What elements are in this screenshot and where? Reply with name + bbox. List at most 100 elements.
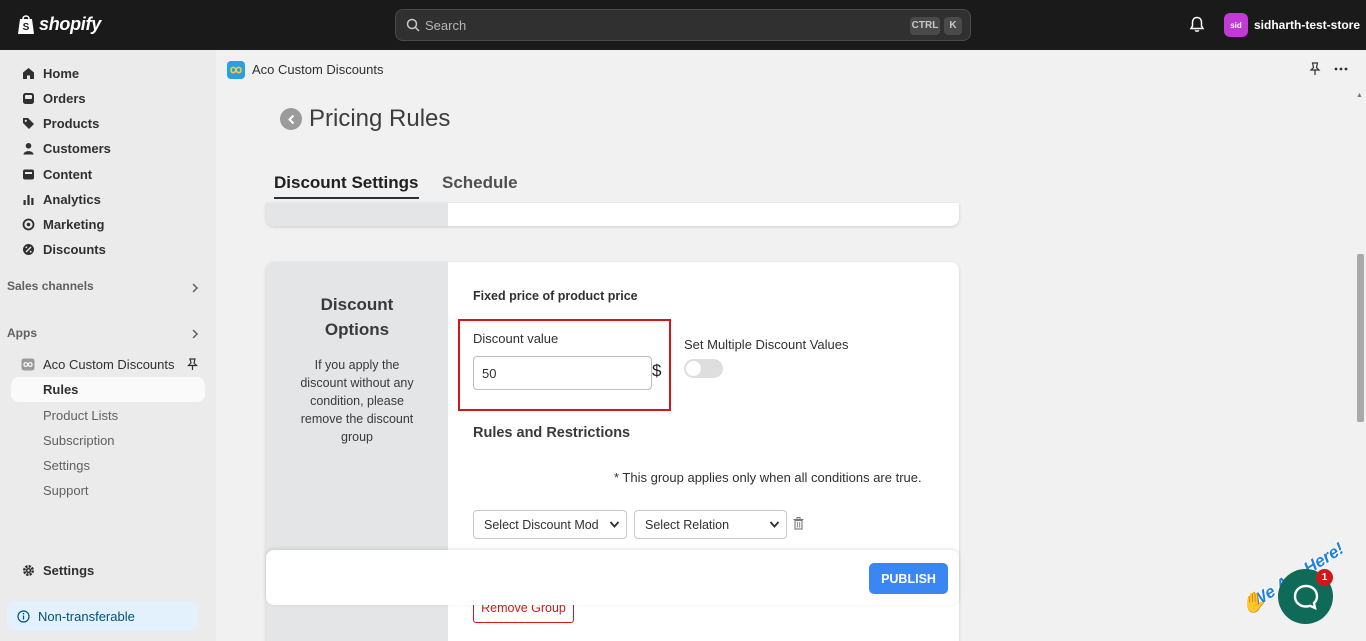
top-bar: S shopify Search CTRL K sid sidharth-tes…: [0, 0, 1366, 50]
search-icon: [406, 18, 420, 32]
chevron-down-icon: [769, 521, 780, 528]
person-icon: [20, 141, 36, 157]
app-icon: [20, 357, 36, 373]
multiple-values-toggle[interactable]: [684, 359, 723, 378]
gear-icon: [20, 563, 36, 579]
app-title: Aco Custom Discounts: [252, 62, 384, 77]
sales-channels-heading[interactable]: Sales channels: [7, 279, 94, 293]
more-options-icon[interactable]: [1333, 62, 1349, 76]
tag-icon: [20, 116, 36, 132]
sidebar-item-products[interactable]: Products: [11, 111, 205, 136]
sidebar-item-label: Settings: [43, 458, 90, 473]
sidebar-item-app-settings[interactable]: Settings: [11, 453, 205, 478]
store-avatar: sid: [1224, 13, 1248, 37]
sidebar: Home Orders Products Customers Content A…: [0, 50, 216, 641]
sidebar-item-marketing[interactable]: Marketing: [11, 212, 205, 237]
sidebar-item-product-lists[interactable]: Product Lists: [11, 403, 205, 428]
notification-bell-icon[interactable]: [1189, 16, 1205, 33]
shopify-bag-icon: S: [18, 15, 34, 34]
sidebar-item-rules[interactable]: Rules: [11, 377, 205, 402]
rules-heading: Rules and Restrictions: [473, 425, 631, 441]
apps-heading[interactable]: Apps: [7, 326, 37, 340]
sidebar-item-orders[interactable]: Orders: [11, 86, 205, 111]
discount-value-label: Discount value: [473, 331, 559, 346]
discount-options-description: If you apply the discount without any co…: [300, 358, 414, 444]
sidebar-item-label: Home: [43, 66, 80, 81]
scrollbar-thumb[interactable]: [1357, 254, 1364, 422]
home-icon: [20, 66, 36, 82]
fixed-price-label: Fixed price of product price: [473, 289, 638, 303]
sidebar-item-support[interactable]: Support: [11, 478, 205, 503]
chat-bubble-icon: [1293, 584, 1318, 610]
non-transferable-label: Non-transferable: [38, 608, 135, 624]
sidebar-item-discounts[interactable]: Discounts: [11, 237, 205, 262]
main-content: Aco Custom Discounts ▲ Pricing Rules Dis…: [216, 50, 1366, 641]
store-name: sidharth-test-store: [1254, 18, 1361, 32]
trash-icon[interactable]: [793, 517, 804, 530]
sidebar-item-label: Discounts: [43, 242, 106, 257]
waving-hand-icon: ✋: [1242, 592, 1267, 614]
store-menu[interactable]: sid sidharth-test-store: [1224, 13, 1360, 37]
shortcut-k-key: K: [944, 17, 962, 35]
sidebar-item-customers[interactable]: Customers: [11, 136, 205, 161]
discount-icon: [20, 242, 36, 258]
page-title: Pricing Rules: [309, 105, 451, 132]
scroll-up-icon[interactable]: ▲: [1356, 92, 1363, 99]
sidebar-item-label: Support: [43, 483, 89, 498]
pin-icon[interactable]: [187, 358, 198, 371]
chat-widget[interactable]: We Are Here! ✋ 1: [1236, 539, 1361, 635]
sidebar-item-label: Product Lists: [43, 408, 119, 423]
sidebar-item-label: Analytics: [43, 192, 101, 207]
multiple-values-label: Set Multiple Discount Values: [684, 337, 849, 352]
relation-value: Select Relation: [645, 517, 730, 532]
tab-discount-settings[interactable]: Discount Settings: [274, 173, 419, 199]
analytics-icon: [20, 192, 36, 208]
sidebar-item-label: Content: [43, 167, 93, 182]
search-placeholder: Search: [425, 18, 467, 33]
chevron-down-icon: [609, 521, 620, 528]
tab-schedule[interactable]: Schedule: [442, 173, 518, 193]
sidebar-item-label: Orders: [43, 91, 86, 106]
sidebar-item-label: Customers: [43, 141, 111, 156]
chevron-right-icon[interactable]: [191, 329, 199, 339]
currency-symbol: $: [652, 361, 662, 380]
shopify-logo[interactable]: S shopify: [17, 13, 101, 35]
sidebar-item-settings[interactable]: Settings: [11, 558, 205, 583]
sidebar-item-analytics[interactable]: Analytics: [11, 187, 205, 212]
search-bar[interactable]: Search CTRL K: [395, 9, 971, 41]
save-bar: PUBLISH: [266, 550, 959, 605]
discount-mode-value: Select Discount Mod: [484, 517, 599, 532]
relation-select[interactable]: Select Relation: [634, 510, 787, 539]
target-icon: [20, 217, 36, 233]
discount-value-input[interactable]: [473, 356, 652, 390]
chevron-left-icon: [287, 114, 294, 124]
toggle-knob: [686, 361, 701, 376]
sidebar-item-label: Rules: [43, 382, 79, 397]
sidebar-item-content[interactable]: Content: [11, 162, 205, 187]
app-header: Aco Custom Discounts: [216, 50, 1366, 90]
sidebar-app-label: Aco Custom Discounts: [43, 357, 175, 372]
non-transferable-badge[interactable]: Non-transferable: [7, 601, 198, 631]
orders-icon: [20, 91, 36, 107]
back-button[interactable]: [280, 108, 302, 130]
info-icon: [17, 609, 30, 623]
sidebar-item-aco-custom-discounts[interactable]: Aco Custom Discounts: [11, 352, 205, 377]
svg-text:S: S: [23, 22, 30, 33]
rules-note: * This group applies only when all condi…: [614, 470, 922, 485]
pin-icon[interactable]: [1309, 62, 1321, 76]
sidebar-item-label: Settings: [43, 563, 95, 578]
chat-unread-badge: 1: [1316, 569, 1333, 586]
discount-mode-select[interactable]: Select Discount Mod: [473, 510, 627, 539]
aco-app-icon: [227, 61, 245, 79]
sidebar-item-subscription[interactable]: Subscription: [11, 428, 205, 453]
chevron-right-icon[interactable]: [191, 283, 199, 293]
sidebar-item-label: Products: [43, 116, 100, 131]
discount-options-title: Discount Options: [320, 295, 394, 339]
previous-card-side-panel: [266, 203, 448, 226]
sidebar-item-home[interactable]: Home: [11, 61, 205, 86]
sidebar-item-label: Subscription: [43, 433, 115, 448]
sidebar-item-label: Marketing: [43, 217, 105, 232]
brand-name: shopify: [39, 13, 101, 34]
publish-button[interactable]: PUBLISH: [869, 563, 948, 594]
content-icon: [20, 167, 36, 183]
